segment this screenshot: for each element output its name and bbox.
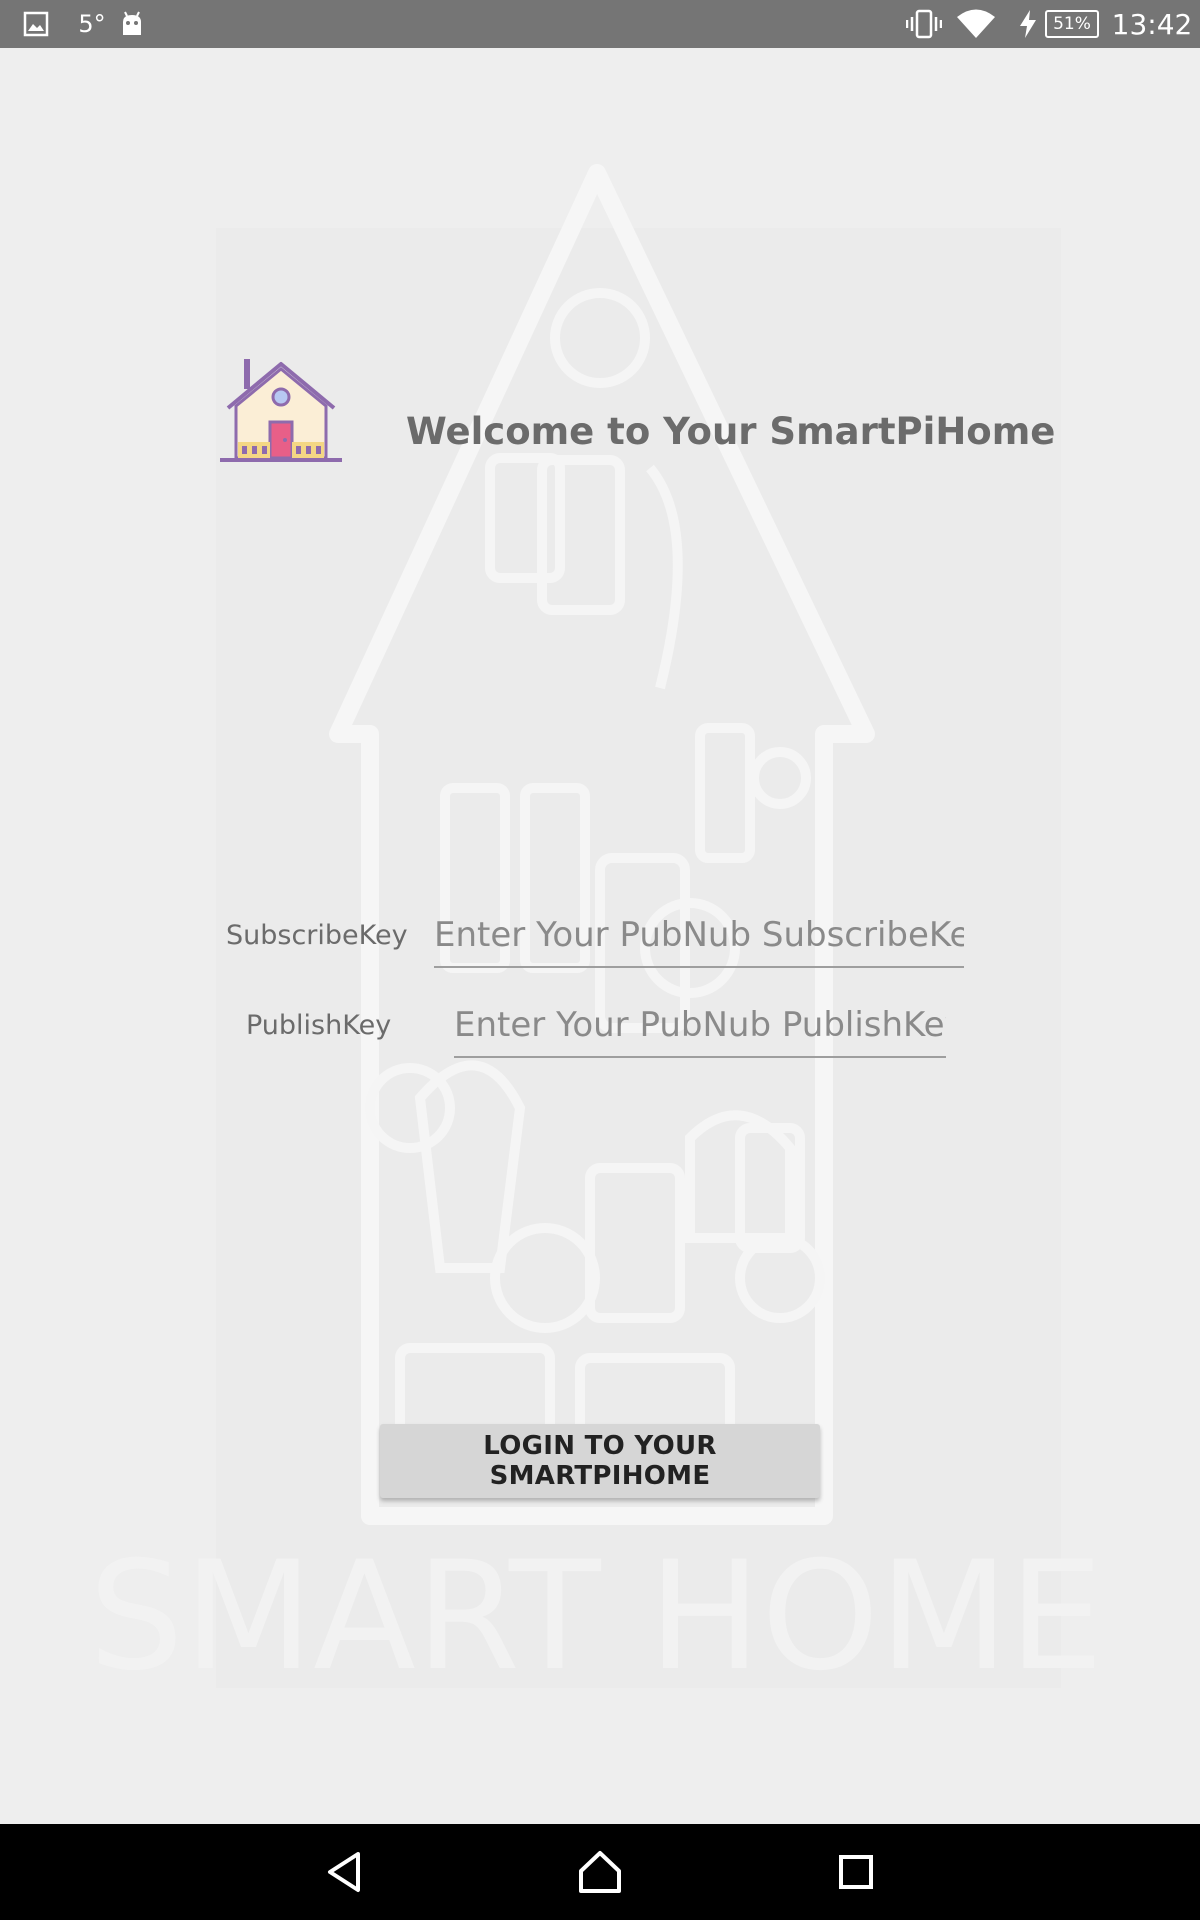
wifi-icon [954,0,998,48]
battery-icon: 51% [1044,0,1100,48]
navigation-bar [0,1824,1200,1920]
publish-key-label: PublishKey [246,1010,392,1041]
battery-percent: 51% [1053,14,1091,34]
temperature-text: 5° [78,10,106,38]
status-bar: 5° 51% 13:42 [0,0,1200,48]
back-icon[interactable] [312,1842,376,1902]
charging-icon [1016,0,1040,48]
login-screen: SMART HOME Welcome to Your SmartPiHome S… [0,48,1200,1824]
gallery-icon [20,0,52,48]
android-icon [116,0,148,48]
login-button[interactable]: LOGIN TO YOUR SMARTPIHOME [380,1424,820,1498]
subscribe-key-label: SubscribeKey [226,920,408,951]
house-logo-icon [220,359,342,462]
welcome-title: Welcome to Your SmartPiHome [406,410,1056,453]
vibrate-icon [904,0,944,48]
publish-key-input[interactable] [454,1002,946,1058]
home-icon[interactable] [568,1842,632,1902]
clock: 13:42 [1111,7,1193,41]
recents-icon[interactable] [824,1842,888,1902]
subscribe-key-input[interactable] [434,912,964,968]
watermark-text: SMART HOME [89,1530,1104,1704]
